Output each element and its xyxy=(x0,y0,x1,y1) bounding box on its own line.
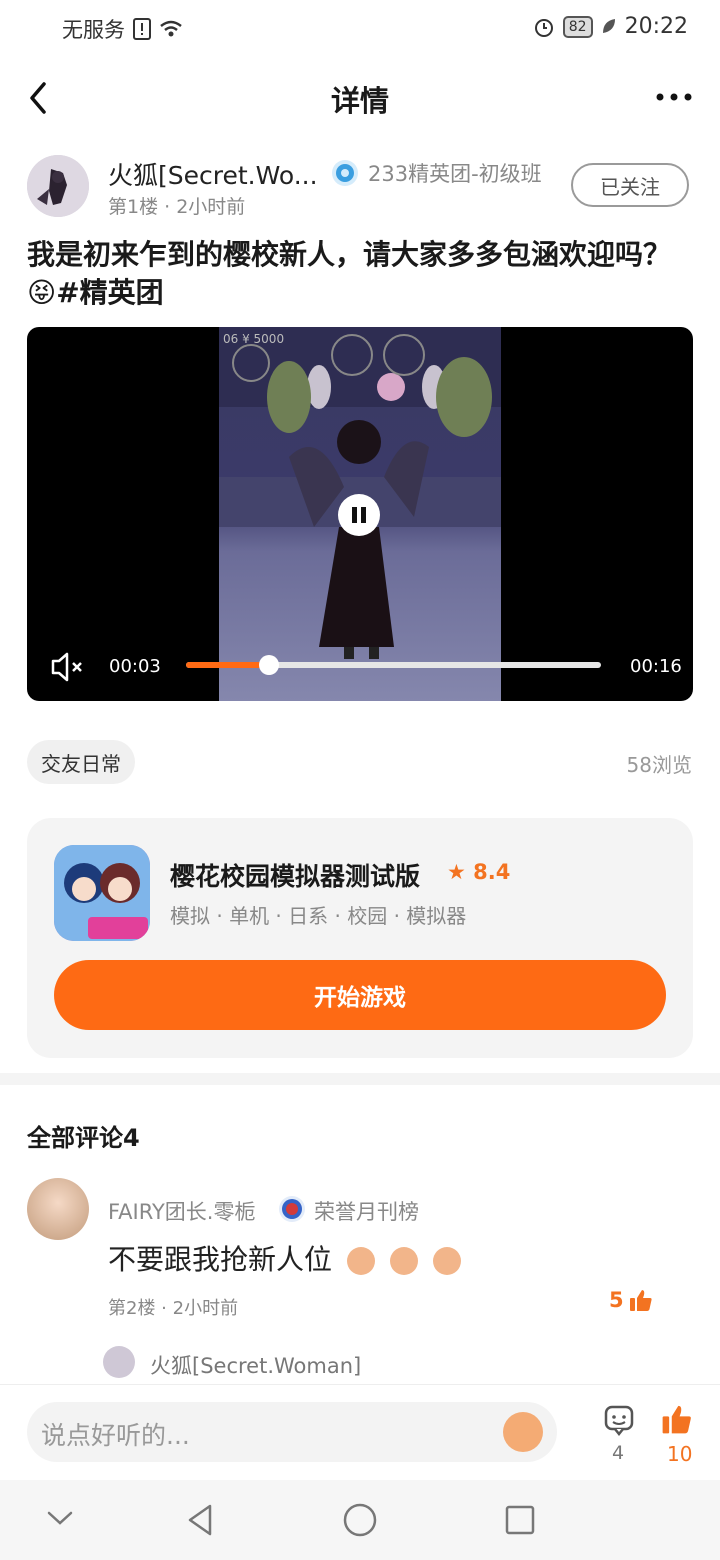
follow-button[interactable]: 已关注 xyxy=(571,163,689,207)
game-tags: 模拟 · 单机 · 日系 · 校园 · 模拟器 xyxy=(170,904,467,928)
back-triangle-icon[interactable] xyxy=(184,1502,216,1538)
view-count: 58浏览 xyxy=(626,753,692,777)
like-icon[interactable] xyxy=(660,1402,694,1436)
alarm-icon xyxy=(534,18,553,37)
system-nav-bar xyxy=(0,1480,720,1560)
game-name: 樱花校园模拟器测试版 xyxy=(170,862,421,891)
commenter-avatar[interactable] xyxy=(27,1178,89,1240)
current-time: 00:03 xyxy=(109,656,161,677)
monkey-emoji-icon xyxy=(346,1247,375,1275)
page-title: 详情 xyxy=(330,84,389,118)
author-name[interactable]: 火狐[Secret.Wo... xyxy=(108,156,318,192)
post-meta: 第1楼 · 2小时前 xyxy=(108,196,246,218)
pause-button[interactable] xyxy=(338,494,380,536)
sim-alert-icon xyxy=(133,18,151,40)
comment-body: 不要跟我抢新人位 xyxy=(108,1243,333,1276)
star-icon: ★ xyxy=(447,860,466,884)
post-title: 我是初来乍到的樱校新人，请大家多多包涵欢迎吗？😝#精英团 xyxy=(27,238,672,309)
leaf-icon xyxy=(602,18,615,33)
game-icon[interactable] xyxy=(54,845,150,941)
game-icon-image xyxy=(54,845,150,941)
status-left: 无服务 xyxy=(62,14,183,44)
home-circle-icon[interactable] xyxy=(342,1502,378,1538)
duration-time: 00:16 xyxy=(630,656,682,677)
section-divider xyxy=(0,1073,720,1085)
speaker-muted-icon xyxy=(51,652,82,682)
author-badge[interactable]: 233精英团-初级班 xyxy=(368,158,542,188)
reply-avatar[interactable] xyxy=(103,1346,135,1378)
thumbs-up-icon xyxy=(629,1290,652,1311)
video-player[interactable]: 06 ¥ 5000 00:03 00:16 xyxy=(27,327,693,701)
commenter-name[interactable]: FAIRY团长.零栀 xyxy=(108,1196,255,1226)
comment-placeholder: 说点好听的... xyxy=(41,1421,190,1450)
comment-input[interactable]: 说点好听的... xyxy=(27,1402,557,1462)
comment-text: 不要跟我抢新人位 xyxy=(108,1238,461,1278)
battery-indicator: 82 xyxy=(562,15,593,38)
carrier-text: 无服务 xyxy=(62,18,125,42)
elite-badge-icon xyxy=(332,160,358,186)
collapse-icon[interactable] xyxy=(45,1506,75,1530)
author-avatar[interactable] xyxy=(27,155,89,217)
comment-like-button[interactable]: 5 xyxy=(609,1287,654,1313)
comments-title: 全部评论4 xyxy=(27,1124,140,1152)
game-rating: ★ 8.4 xyxy=(447,860,510,884)
pause-icon-bar xyxy=(361,507,366,523)
like-count: 10 xyxy=(667,1442,693,1466)
author-avatar-image xyxy=(27,155,89,217)
progress-bar[interactable] xyxy=(186,655,601,675)
honor-badge-icon xyxy=(279,1196,305,1222)
progress-handle[interactable] xyxy=(259,655,279,675)
rating-value: 8.4 xyxy=(473,860,511,884)
status-bar: 无服务 82 20:22 xyxy=(0,0,720,58)
commenter-badge[interactable]: 荣誉月刊榜 xyxy=(314,1196,419,1226)
start-game-button[interactable]: 开始游戏 xyxy=(54,960,666,1030)
pause-icon xyxy=(352,507,357,523)
emoji-picker-icon[interactable] xyxy=(503,1412,543,1452)
comment-meta: 第2楼 · 2小时前 xyxy=(108,1298,239,1319)
clock-text: 20:22 xyxy=(624,14,688,39)
comment-like-count: 5 xyxy=(609,1288,624,1312)
wifi-icon xyxy=(160,20,182,37)
recents-square-icon[interactable] xyxy=(504,1504,536,1536)
comment-icon[interactable] xyxy=(603,1404,635,1436)
svg-text:06 ¥ 5000: 06 ¥ 5000 xyxy=(223,332,284,346)
progress-fill xyxy=(186,662,269,668)
reply-author-name[interactable]: 火狐[Secret.Woman] xyxy=(150,1350,361,1380)
monkey-emoji-icon xyxy=(389,1247,418,1275)
topic-tag[interactable]: 交友日常 xyxy=(27,740,135,784)
more-dots-icon xyxy=(656,93,692,101)
game-card[interactable]: 樱花校园模拟器测试版 ★ 8.4 模拟 · 单机 · 日系 · 校园 · 模拟器… xyxy=(27,818,693,1058)
comment-count: 4 xyxy=(612,1442,625,1464)
monkey-emoji-icon xyxy=(432,1247,461,1275)
mute-button[interactable] xyxy=(47,647,87,687)
status-right: 82 20:22 xyxy=(533,14,688,39)
more-options-button[interactable] xyxy=(654,82,694,112)
